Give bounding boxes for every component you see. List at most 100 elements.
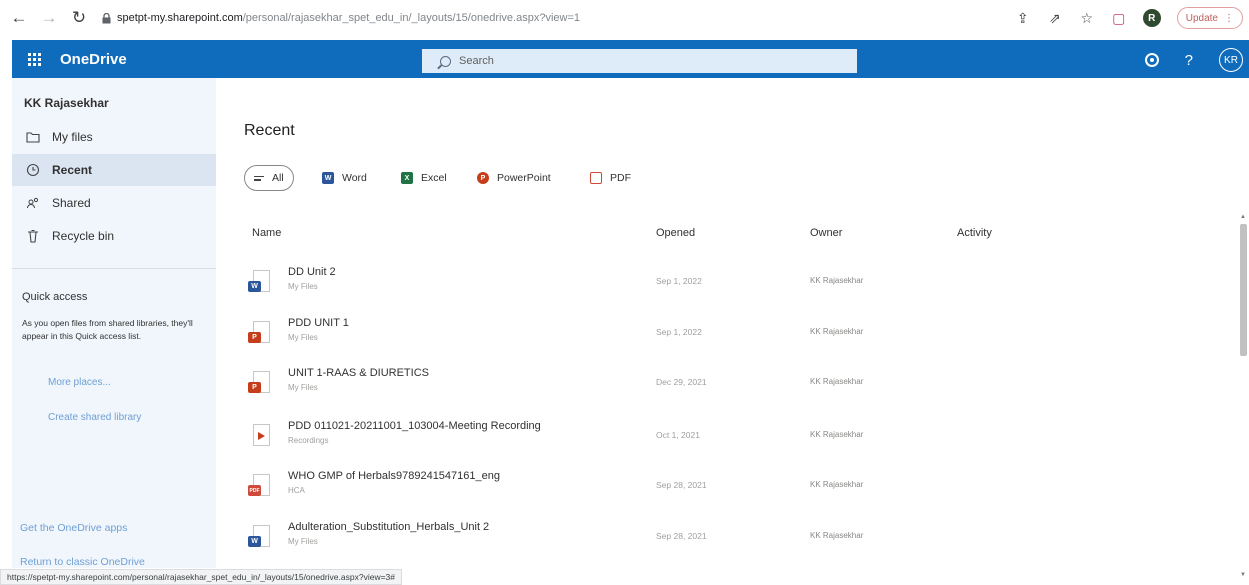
scroll-thumb[interactable]	[1240, 224, 1247, 356]
app-name[interactable]: OneDrive	[60, 51, 127, 68]
file-row[interactable]: PDD 011021-20211001_103004-Meeting Recor…	[244, 412, 1224, 462]
search-input[interactable]: Search	[422, 49, 857, 73]
waffle-icon	[27, 52, 41, 66]
file-row[interactable]: P PDD UNIT 1 My Files Sep 1, 2022 KK Raj…	[244, 309, 1224, 359]
folder-icon	[26, 130, 40, 144]
side-panel-icon[interactable]: ▢	[1111, 10, 1127, 27]
column-header-activity[interactable]: Activity	[957, 227, 992, 239]
filter-excel[interactable]: X Excel	[395, 165, 453, 191]
get-apps-link[interactable]: Get the OneDrive apps	[20, 522, 127, 534]
word-file-icon: W	[248, 270, 270, 294]
return-classic-link[interactable]: Return to classic OneDrive	[20, 556, 145, 568]
filter-word[interactable]: W Word	[316, 165, 373, 191]
filter-label: Excel	[421, 172, 447, 184]
file-row[interactable]: W DD Unit 2 My Files Sep 1, 2022 KK Raja…	[244, 258, 1224, 308]
file-owner: KK Rajasekhar	[810, 430, 864, 439]
filter-pdf[interactable]: PDF	[584, 165, 637, 191]
file-row[interactable]: PDF WHO GMP of Herbals9789241547161_eng …	[244, 462, 1224, 512]
filter-label: Word	[342, 172, 367, 184]
app-launcher-button[interactable]	[12, 40, 56, 78]
file-location: Recordings	[288, 436, 329, 445]
install-app-icon[interactable]: ⇪	[1015, 10, 1031, 27]
nav-item-label: Shared	[52, 196, 91, 210]
powerpoint-file-icon: P	[248, 371, 270, 395]
file-name[interactable]: UNIT 1-RAAS & DIURETICS	[288, 367, 429, 379]
nav-item-recent[interactable]: Recent	[12, 154, 216, 186]
page-title: Recent	[244, 122, 295, 139]
nav-item-recycle-bin[interactable]: Recycle bin	[12, 220, 216, 252]
search-placeholder: Search	[459, 55, 494, 67]
url-path: /personal/rajasekhar_spet_edu_in/_layout…	[242, 12, 581, 24]
browser-profile-avatar[interactable]: R	[1142, 9, 1161, 27]
file-opened: Dec 29, 2021	[656, 377, 707, 387]
filter-powerpoint[interactable]: P PowerPoint	[471, 165, 557, 191]
nav-divider	[12, 268, 216, 269]
scroll-down-arrow-icon[interactable]: ▼	[1240, 572, 1246, 578]
filter-label: PDF	[610, 172, 631, 184]
quick-access-title: Quick access	[22, 291, 88, 303]
search-icon	[440, 55, 451, 67]
filter-lines-icon	[254, 174, 264, 183]
column-header-name[interactable]: Name	[252, 227, 281, 239]
address-bar[interactable]: spetpt-my.sharepoint.com /personal/rajas…	[102, 12, 580, 24]
file-row[interactable]: W Adulteration_Substitution_Herbals_Unit…	[244, 513, 1224, 563]
powerpoint-file-icon: P	[248, 321, 270, 345]
update-label: Update	[1185, 12, 1218, 24]
file-location: My Files	[288, 537, 318, 546]
file-opened: Sep 1, 2022	[656, 276, 702, 286]
reload-icon[interactable]: ↻	[68, 7, 90, 29]
file-owner: KK Rajasekhar	[810, 480, 864, 489]
more-places-link[interactable]: More places...	[48, 377, 111, 388]
file-location: My Files	[288, 333, 318, 342]
forward-arrow-icon[interactable]: →	[38, 7, 60, 29]
file-location: HCA	[288, 486, 305, 495]
nav-item-label: My files	[52, 130, 93, 144]
file-name[interactable]: DD Unit 2	[288, 266, 336, 278]
scroll-up-arrow-icon[interactable]: ▲	[1240, 214, 1246, 220]
file-name[interactable]: Adulteration_Substitution_Herbals_Unit 2	[288, 521, 489, 533]
back-arrow-icon[interactable]: ←	[8, 7, 30, 29]
clock-icon	[26, 163, 40, 177]
pdf-file-icon: PDF	[248, 474, 270, 498]
file-name[interactable]: WHO GMP of Herbals9789241547161_eng	[288, 470, 500, 482]
file-owner: KK Rajasekhar	[810, 377, 864, 386]
pdf-icon	[590, 172, 602, 184]
more-menu-icon: ⋮	[1224, 12, 1234, 24]
quick-access-description: As you open files from shared libraries,…	[22, 318, 193, 341]
settings-gear-icon[interactable]	[1144, 53, 1159, 67]
account-avatar[interactable]: KR	[1219, 48, 1243, 72]
excel-icon: X	[401, 172, 413, 184]
bookmark-star-icon[interactable]: ☆	[1079, 10, 1095, 27]
filter-label: All	[272, 172, 284, 184]
file-name[interactable]: PDD UNIT 1	[288, 317, 349, 329]
filter-all[interactable]: All	[244, 165, 294, 191]
status-link-preview: https://spetpt-my.sharepoint.com/persona…	[0, 569, 403, 585]
lock-icon	[102, 12, 111, 23]
file-opened: Sep 1, 2022	[656, 327, 702, 337]
powerpoint-icon: P	[477, 172, 489, 184]
nav-item-label: Recycle bin	[52, 229, 115, 243]
help-icon[interactable]: ?	[1185, 52, 1193, 69]
file-row[interactable]: P UNIT 1-RAAS & DIURETICS My Files Dec 2…	[244, 359, 1224, 409]
share-icon[interactable]: ⇗	[1047, 10, 1063, 27]
file-opened: Sep 28, 2021	[656, 531, 707, 541]
file-owner: KK Rajasekhar	[810, 327, 864, 336]
word-file-icon: W	[248, 525, 270, 549]
url-host: spetpt-my.sharepoint.com	[117, 12, 243, 24]
people-icon	[26, 196, 40, 210]
column-header-owner[interactable]: Owner	[810, 227, 842, 239]
update-button[interactable]: Update ⋮	[1176, 7, 1243, 29]
browser-toolbar: ← → ↻ spetpt-my.sharepoint.com /personal…	[0, 0, 1249, 36]
file-opened: Sep 28, 2021	[656, 480, 707, 490]
file-location: My Files	[288, 282, 318, 291]
file-owner: KK Rajasekhar	[810, 276, 864, 285]
nav-item-my-files[interactable]: My files	[12, 121, 216, 153]
column-header-opened[interactable]: Opened	[656, 227, 695, 239]
create-shared-library-link[interactable]: Create shared library	[48, 412, 141, 423]
file-location: My Files	[288, 383, 318, 392]
nav-item-shared[interactable]: Shared	[12, 187, 216, 219]
filter-label: PowerPoint	[497, 172, 551, 184]
video-file-icon	[248, 424, 270, 448]
vertical-scrollbar[interactable]: ▲ ▼	[1238, 212, 1249, 585]
file-name[interactable]: PDD 011021-20211001_103004-Meeting Recor…	[288, 420, 541, 432]
